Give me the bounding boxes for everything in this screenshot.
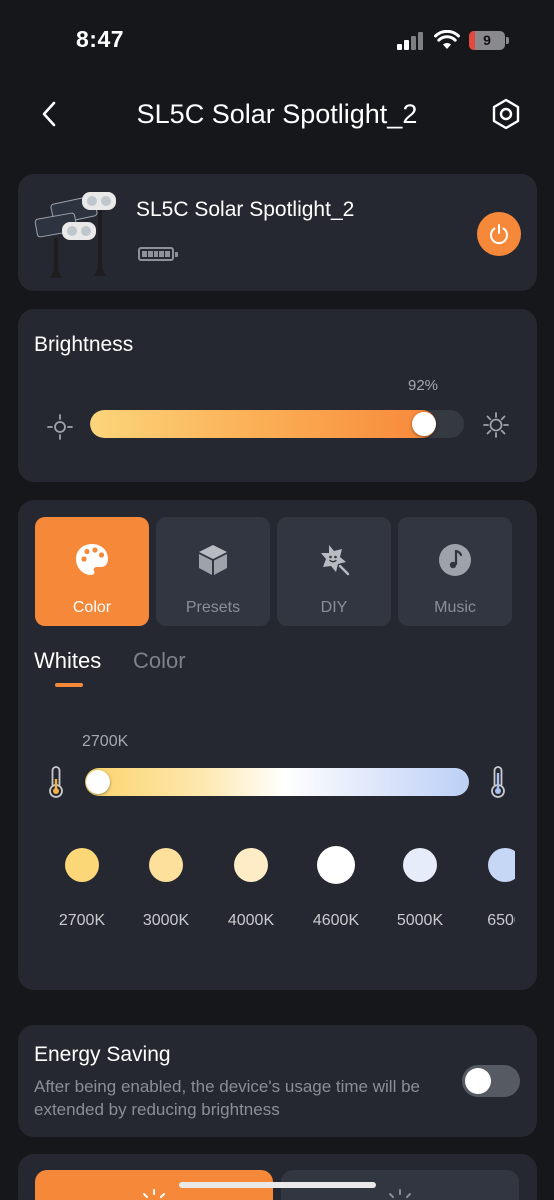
subtab-whites[interactable]: Whites <box>34 648 101 674</box>
tab-music-label: Music <box>434 599 476 616</box>
wifi-icon <box>434 30 460 49</box>
battery-full-icon <box>138 247 174 261</box>
power-icon <box>490 224 508 245</box>
tab-diy-label: DIY <box>320 599 348 616</box>
device-card[interactable]: SL5C Solar Spotlight_2 <box>18 174 537 291</box>
brightness-value: 92% <box>407 377 439 394</box>
scene-card <box>18 1154 537 1200</box>
preset-swatch-0[interactable] <box>65 848 99 882</box>
status-time: 8:47 <box>76 26 125 52</box>
preset-label-2: 4000K <box>227 912 275 929</box>
light-mode-card: Color Presets DIY Music Whites Color 270… <box>18 500 537 990</box>
brightness-card: Brightness 92% <box>18 309 537 482</box>
status-bar: 8:47 9 <box>0 0 554 80</box>
back-button[interactable] <box>32 96 66 132</box>
cube-icon <box>199 545 227 575</box>
sun-outline-icon <box>389 1189 411 1198</box>
color-temperature-thumb[interactable] <box>86 770 110 794</box>
preset-swatch-5[interactable] <box>488 848 515 882</box>
brightness-slider[interactable] <box>90 410 464 438</box>
energy-saving-description: After being enabled, the device's usage … <box>34 1077 420 1119</box>
sun-dim-icon <box>47 414 73 440</box>
tab-diy[interactable]: DIY <box>277 517 391 626</box>
preset-label-3: 4600K <box>312 912 360 929</box>
sun-icon <box>143 1189 165 1198</box>
power-button[interactable] <box>477 212 521 256</box>
tab-color-label: Color <box>72 599 112 616</box>
brightness-title: Brightness <box>34 333 134 356</box>
preset-swatch-4[interactable] <box>403 848 437 882</box>
preset-label-1: 3000K <box>142 912 190 929</box>
color-temperature-slider[interactable] <box>85 768 469 796</box>
music-note-icon <box>439 544 471 576</box>
white-presets-row: 2700K 3000K 4000K 4600K 5000K 6500 <box>18 840 515 940</box>
toggle-knob <box>465 1068 491 1094</box>
energy-saving-card: Energy Saving After being enabled, the d… <box>18 1025 537 1137</box>
thermometer-cool-icon <box>491 766 505 798</box>
thermometer-warm-icon <box>49 766 63 798</box>
palette-icon <box>76 544 108 575</box>
energy-saving-toggle[interactable] <box>462 1065 520 1097</box>
cellular-signal-icon <box>397 32 427 50</box>
preset-swatch-1[interactable] <box>149 848 183 882</box>
brightness-slider-thumb[interactable] <box>412 412 436 436</box>
tab-presets-label: Presets <box>185 599 241 616</box>
page-title: SL5C Solar Spotlight_2 <box>136 99 418 129</box>
preset-swatch-3[interactable] <box>317 846 355 884</box>
hexagon-settings-icon <box>492 98 520 130</box>
color-temperature-value: 2700K <box>82 733 129 750</box>
subtab-active-indicator <box>55 683 83 687</box>
chevron-left-icon <box>42 101 56 127</box>
solar-spotlight-image <box>34 192 116 278</box>
settings-button[interactable] <box>488 96 524 132</box>
battery-level: 9 <box>483 32 491 48</box>
subtab-color[interactable]: Color <box>133 648 186 674</box>
energy-saving-title: Energy Saving <box>34 1043 171 1066</box>
battery-icon: 9 <box>469 31 505 50</box>
brightness-slider-fill <box>90 410 436 438</box>
device-name: SL5C Solar Spotlight_2 <box>136 198 355 221</box>
preset-label-4: 5000K <box>396 912 444 929</box>
tab-presets[interactable]: Presets <box>156 517 270 626</box>
preset-label-0: 2700K <box>58 912 106 929</box>
star-icon <box>321 545 350 576</box>
sun-bright-icon <box>483 412 509 438</box>
tab-music[interactable]: Music <box>398 517 512 626</box>
home-indicator[interactable] <box>179 1182 376 1188</box>
preset-label-5: 6500 <box>487 912 515 929</box>
preset-swatch-2[interactable] <box>234 848 268 882</box>
tab-color[interactable]: Color <box>35 517 149 626</box>
nav-bar: SL5C Solar Spotlight_2 <box>0 88 554 140</box>
